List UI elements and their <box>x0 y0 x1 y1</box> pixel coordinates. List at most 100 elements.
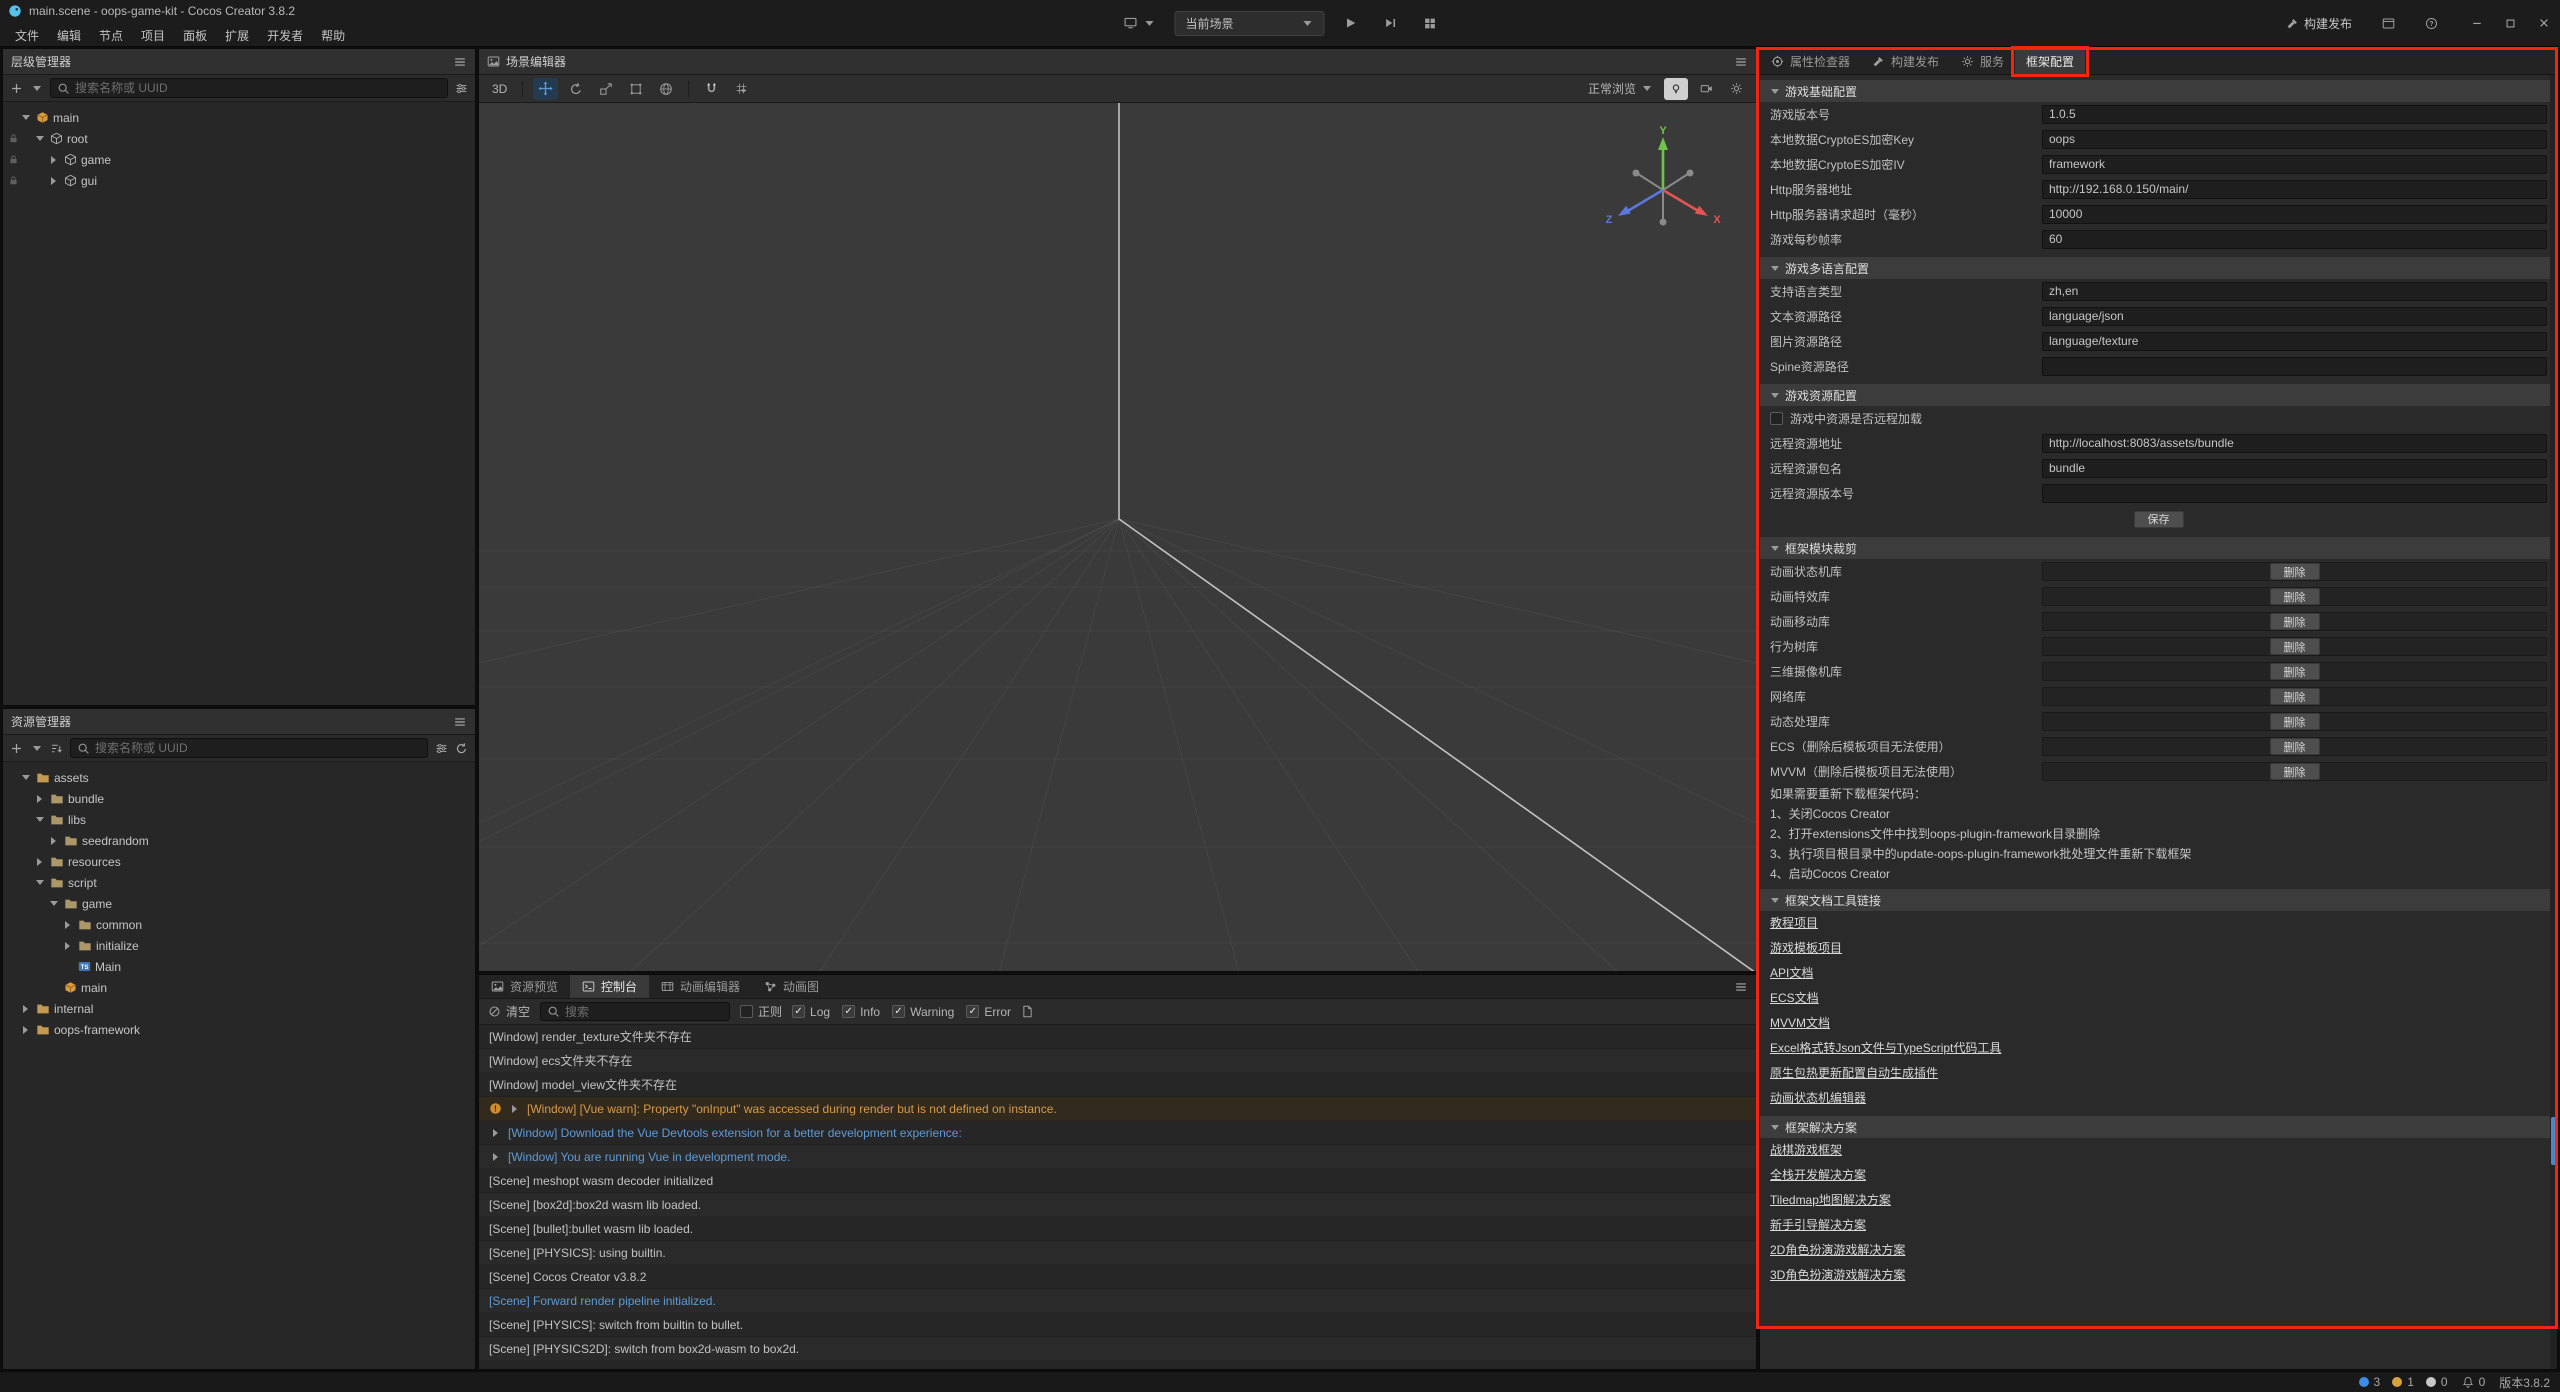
log-row[interactable]: [Scene] [PHYSICS]: using builtin. <box>479 1241 1756 1265</box>
scene-viewport[interactable]: Y X Z <box>479 103 1756 971</box>
asset-item-resources[interactable]: resources <box>3 851 475 872</box>
expand-caret-icon[interactable] <box>19 1023 32 1036</box>
menu-developer[interactable]: 开发者 <box>258 27 312 44</box>
log-expand-caret-icon[interactable] <box>489 1126 502 1139</box>
log-row[interactable]: [Scene] Forward render pipeline initiali… <box>479 1289 1756 1313</box>
link-tiledmap[interactable]: Tiledmap地图解决方案 <box>1760 1188 2557 1213</box>
console-tab-console[interactable]: 控制台 <box>570 975 649 998</box>
link-anim-state-editor[interactable]: 动画状态机编辑器 <box>1760 1086 2557 1111</box>
section-header-docs[interactable]: 框架文档工具链接 <box>1760 889 2557 911</box>
crypto-key-input[interactable]: oops <box>2042 130 2547 149</box>
asset-item-seedrandom[interactable]: seedrandom <box>3 830 475 851</box>
expand-caret-icon[interactable] <box>19 111 32 124</box>
expand-caret-icon[interactable] <box>47 174 60 187</box>
hierarchy-search[interactable] <box>50 78 448 98</box>
clear-console-button[interactable]: 清空 <box>488 1003 530 1020</box>
move-tool-button[interactable] <box>533 78 558 100</box>
crypto-iv-input[interactable]: framework <box>2042 155 2547 174</box>
remote-bundle-input[interactable]: bundle <box>2042 459 2547 478</box>
regex-toggle[interactable]: 正则 <box>740 1003 782 1020</box>
scene-light-toggle[interactable] <box>1664 78 1688 100</box>
remote-url-input[interactable]: http://localhost:8083/assets/bundle <box>2042 434 2547 453</box>
link-full-stack[interactable]: 全栈开发解决方案 <box>1760 1163 2557 1188</box>
asset-item-game[interactable]: game <box>3 893 475 914</box>
scene-select[interactable]: 当前场景 <box>1175 11 1325 36</box>
asset-item-oops-framework[interactable]: oops-framework <box>3 1019 475 1040</box>
scale-tool-button[interactable] <box>594 78 618 100</box>
help-button[interactable]: ? <box>2418 10 2445 36</box>
log-checkbox[interactable]: ✓ <box>792 1005 805 1018</box>
delete-button-module-anim-effect[interactable]: 删除 <box>2270 588 2320 605</box>
console-tab-anim-editor[interactable]: 动画编辑器 <box>649 975 752 998</box>
info-checkbox[interactable]: ✓ <box>842 1005 855 1018</box>
filter-info[interactable]: ✓Info <box>842 1005 880 1019</box>
preview-window-button[interactable] <box>2375 10 2402 36</box>
expand-caret-icon[interactable] <box>47 153 60 166</box>
assets-search-input[interactable] <box>95 741 421 755</box>
inspector-tab-framework-config[interactable]: 框架配置 <box>2015 49 2085 74</box>
view-mode-select[interactable]: 正常浏览 <box>1583 78 1658 100</box>
add-asset-button[interactable] <box>10 742 23 755</box>
hierarchy-item-root[interactable]: root <box>3 128 475 149</box>
menu-edit[interactable]: 编辑 <box>48 27 90 44</box>
refresh-icon[interactable] <box>455 742 468 755</box>
log-row[interactable]: [Scene] [box2d]:box2d wasm lib loaded. <box>479 1193 1756 1217</box>
export-log-icon[interactable] <box>1021 1005 1034 1018</box>
inspector-tab-service[interactable]: 服务 <box>1950 49 2015 74</box>
sort-icon[interactable] <box>50 742 63 755</box>
log-expand-caret-icon[interactable] <box>508 1102 521 1115</box>
languages-input[interactable]: zh,en <box>2042 282 2547 301</box>
build-publish-button[interactable]: 构建发布 <box>2279 10 2359 36</box>
expand-caret-icon[interactable] <box>61 939 74 952</box>
filter-log[interactable]: ✓Log <box>792 1005 830 1019</box>
expand-caret-icon[interactable] <box>33 876 46 889</box>
texture-path-input[interactable]: language/texture <box>2042 332 2547 351</box>
gizmo-space-button[interactable] <box>654 78 678 100</box>
log-row[interactable]: [Scene] Cocos Creator v3.8.2 <box>479 1265 1756 1289</box>
snap-toggle-button[interactable] <box>699 78 723 100</box>
menu-panel[interactable]: 面板 <box>174 27 216 44</box>
save-button[interactable]: 保存 <box>2134 511 2184 528</box>
remote-load-checkbox[interactable] <box>1770 412 1783 425</box>
section-header-solutions[interactable]: 框架解决方案 <box>1760 1116 2557 1138</box>
console-search-input[interactable] <box>565 1005 723 1019</box>
step-button[interactable] <box>1377 10 1405 36</box>
http-timeout-input[interactable]: 10000 <box>2042 205 2547 224</box>
console-search[interactable] <box>540 1002 730 1021</box>
section-header-i18n[interactable]: 游戏多语言配置 <box>1760 257 2557 279</box>
link-rpg-2d[interactable]: 2D角色扮演游戏解决方案 <box>1760 1238 2557 1263</box>
console-tab-anim-graph[interactable]: 动画图 <box>752 975 831 998</box>
log-row[interactable]: [Window] ecs文件夹不存在 <box>479 1049 1756 1073</box>
asset-item-main-scene[interactable]: main <box>3 977 475 998</box>
delete-button-module-anim-move[interactable]: 删除 <box>2270 613 2320 630</box>
hamburger-menu-icon[interactable] <box>1734 980 1748 994</box>
link-template-project[interactable]: 游戏模板项目 <box>1760 936 2557 961</box>
menu-node[interactable]: 节点 <box>90 27 132 44</box>
expand-caret-icon[interactable] <box>19 1002 32 1015</box>
status-count-info[interactable]: 3 <box>2359 1375 2381 1389</box>
asset-item-assets[interactable]: assets <box>3 767 475 788</box>
expand-caret-icon[interactable] <box>33 792 46 805</box>
hamburger-menu-icon[interactable] <box>1734 55 1748 69</box>
section-header-base[interactable]: 游戏基础配置 <box>1760 80 2557 102</box>
filter-icon[interactable] <box>455 82 468 95</box>
log-row[interactable]: [Window] render_texture文件夹不存在 <box>479 1025 1756 1049</box>
rect-tool-button[interactable] <box>624 78 648 100</box>
delete-button-module-dynamic[interactable]: 删除 <box>2270 713 2320 730</box>
link-hot-update-plugin[interactable]: 原生包热更新配置自动生成插件 <box>1760 1061 2557 1086</box>
maximize-button[interactable] <box>2505 18 2516 29</box>
inspector-tab-build-publish[interactable]: 构建发布 <box>1861 49 1950 74</box>
expand-caret-icon[interactable] <box>33 132 46 145</box>
link-beginner-guide[interactable]: 新手引导解决方案 <box>1760 1213 2557 1238</box>
scrollbar-thumb[interactable] <box>2551 1117 2556 1165</box>
expand-caret-icon[interactable] <box>47 897 60 910</box>
hierarchy-item-game[interactable]: game <box>3 149 475 170</box>
log-row[interactable]: [Window] model_view文件夹不存在 <box>479 1073 1756 1097</box>
notification-button[interactable]: 0 <box>2462 1375 2486 1389</box>
section-header-res[interactable]: 游戏资源配置 <box>1760 384 2557 406</box>
link-war-chess[interactable]: 战棋游戏框架 <box>1760 1138 2557 1163</box>
asset-item-common[interactable]: common <box>3 914 475 935</box>
expand-caret-icon[interactable] <box>47 834 60 847</box>
link-rpg-3d[interactable]: 3D角色扮演游戏解决方案 <box>1760 1263 2557 1288</box>
inspector-tab-property-inspector[interactable]: 属性检查器 <box>1760 49 1861 74</box>
